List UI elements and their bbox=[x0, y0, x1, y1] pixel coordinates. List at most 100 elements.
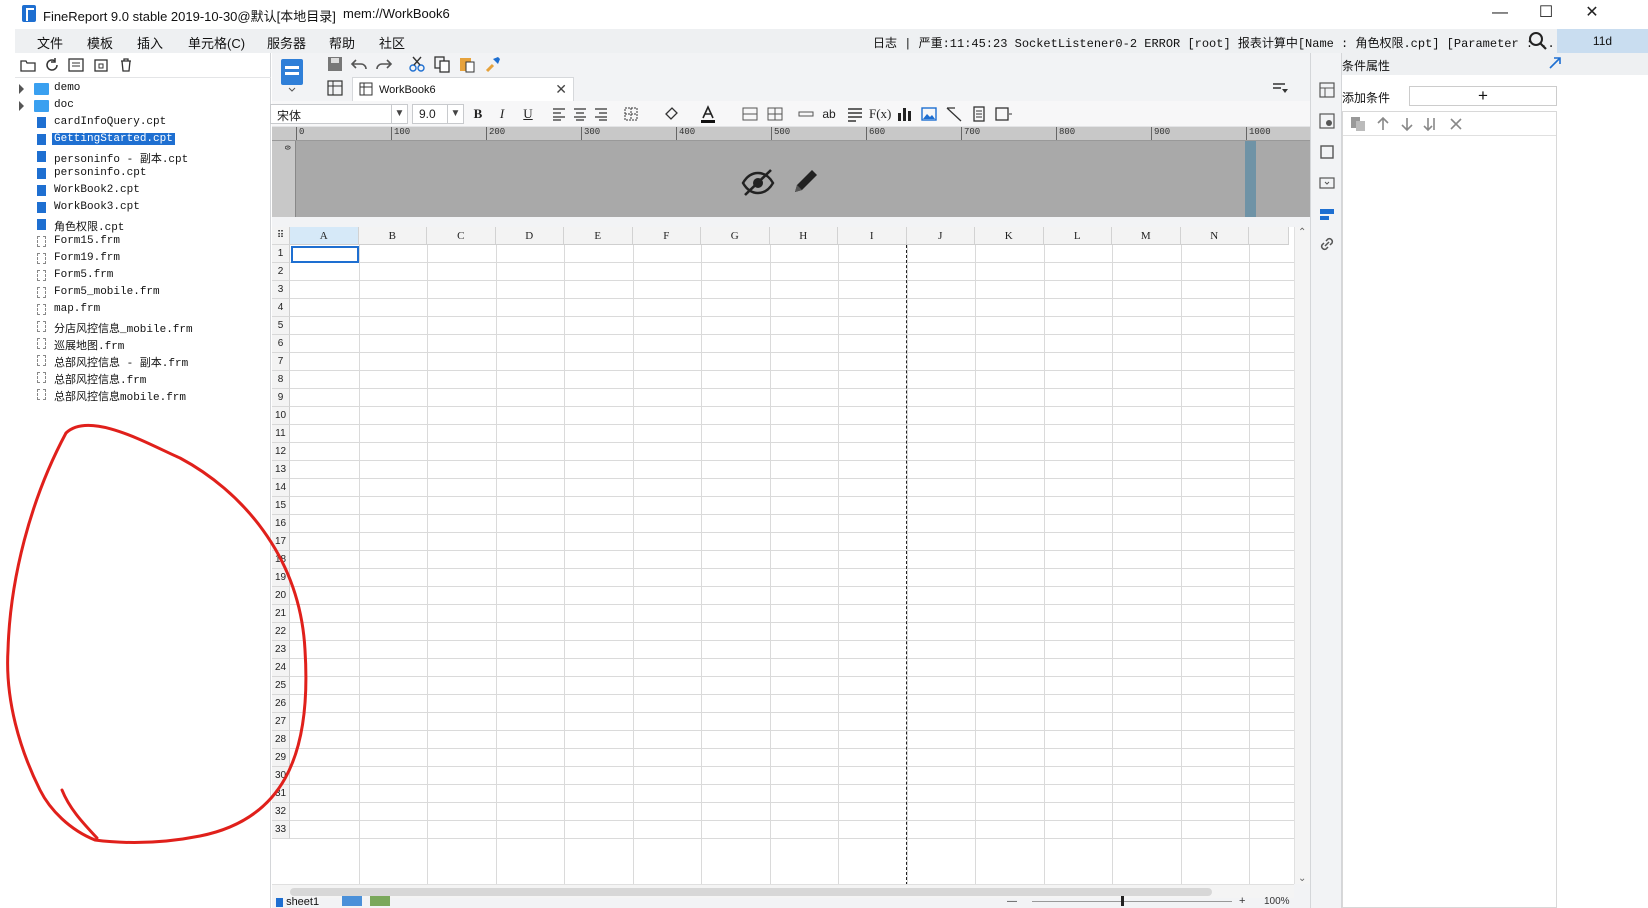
condition-list[interactable] bbox=[1342, 111, 1557, 908]
chevron-right-icon[interactable] bbox=[19, 84, 24, 94]
tree-file[interactable]: GettingStarted.cpt bbox=[15, 132, 255, 149]
row-header[interactable]: 30 bbox=[272, 767, 290, 785]
tree-file[interactable]: 巡展地图.frm bbox=[15, 336, 255, 353]
tree-file[interactable]: cardInfoQuery.cpt bbox=[15, 115, 255, 132]
column-header[interactable]: J bbox=[906, 227, 975, 245]
align-center-icon[interactable] bbox=[570, 105, 590, 123]
menu-insert[interactable]: 插入 bbox=[137, 33, 163, 52]
undo-icon[interactable] bbox=[350, 55, 368, 73]
row-header[interactable]: 24 bbox=[272, 659, 290, 677]
condition-attribute-icon[interactable] bbox=[1318, 205, 1336, 223]
remove-icon[interactable] bbox=[1447, 115, 1465, 133]
tree-file[interactable]: personinfo - 副本.cpt bbox=[15, 149, 255, 166]
row-header[interactable]: 3 bbox=[272, 281, 290, 299]
redo-icon[interactable] bbox=[375, 55, 393, 73]
column-header[interactable]: A bbox=[290, 227, 359, 245]
column-header[interactable]: K bbox=[975, 227, 1044, 245]
row-header[interactable]: 15 bbox=[272, 497, 290, 515]
tree-file[interactable]: Form5_mobile.frm bbox=[15, 285, 255, 302]
cell-attribute-icon[interactable] bbox=[1318, 143, 1336, 161]
column-header[interactable]: D bbox=[495, 227, 564, 245]
add-report-sheet-icon[interactable] bbox=[342, 896, 362, 906]
hyperlink-icon[interactable] bbox=[1318, 235, 1336, 253]
font-size-select[interactable]: 9.0 ▼ bbox=[412, 104, 464, 124]
close-button[interactable]: ✕ bbox=[1569, 0, 1615, 28]
italic-icon[interactable]: I bbox=[492, 105, 512, 123]
row-header[interactable]: 10 bbox=[272, 407, 290, 425]
report-grid-icon[interactable] bbox=[326, 79, 344, 97]
paragraph-icon[interactable] bbox=[845, 105, 865, 123]
menu-help[interactable]: 帮助 bbox=[329, 33, 355, 52]
row-header[interactable]: 28 bbox=[272, 731, 290, 749]
log-message[interactable]: 日志 | 严重:11:45:23 SocketListener0-2 ERROR… bbox=[873, 34, 1562, 51]
row-header[interactable]: 12 bbox=[272, 443, 290, 461]
row-header[interactable]: 5 bbox=[272, 317, 290, 335]
open-folder-icon[interactable] bbox=[19, 56, 37, 74]
column-header[interactable]: N bbox=[1180, 227, 1249, 245]
move-up-icon[interactable] bbox=[1374, 115, 1392, 133]
column-header[interactable]: C bbox=[427, 227, 496, 245]
column-header[interactable]: E bbox=[564, 227, 633, 245]
formula-icon[interactable]: F(x) bbox=[869, 105, 891, 123]
tree-file[interactable]: 总部风控信息mobile.frm bbox=[15, 387, 255, 404]
search-icon[interactable] bbox=[1527, 30, 1549, 52]
collapse-arrow-icon[interactable] bbox=[1548, 56, 1562, 70]
row-header[interactable]: 2 bbox=[272, 263, 290, 281]
row-header[interactable]: 19 bbox=[272, 569, 290, 587]
format-painter-icon[interactable] bbox=[484, 55, 502, 73]
tree-file[interactable]: map.frm bbox=[15, 302, 255, 319]
align-right-icon[interactable] bbox=[591, 105, 611, 123]
paste-icon[interactable] bbox=[458, 55, 476, 73]
chart-icon[interactable] bbox=[894, 105, 914, 123]
select-all-corner[interactable]: ⠿ bbox=[272, 227, 290, 245]
cut-icon[interactable] bbox=[408, 55, 426, 73]
maximize-button[interactable]: ☐ bbox=[1523, 0, 1569, 28]
menu-cell[interactable]: 单元格(C) bbox=[188, 33, 245, 52]
row-header[interactable]: 13 bbox=[272, 461, 290, 479]
user-badge[interactable]: 11d bbox=[1557, 29, 1648, 53]
row-header[interactable]: 27 bbox=[272, 713, 290, 731]
chevron-right-icon[interactable] bbox=[19, 101, 24, 111]
column-header[interactable]: F bbox=[632, 227, 701, 245]
tab-workbook6[interactable]: WorkBook6 ✕ bbox=[352, 77, 574, 101]
move-bottom-icon[interactable] bbox=[1422, 115, 1440, 133]
column-header[interactable]: H bbox=[769, 227, 838, 245]
tree-folder[interactable]: demo bbox=[15, 81, 255, 98]
panel-toggle-icon[interactable] bbox=[1270, 79, 1288, 97]
hide-eye-icon[interactable] bbox=[740, 167, 776, 197]
column-header[interactable]: G bbox=[701, 227, 770, 245]
tree-file[interactable]: personinfo.cpt bbox=[15, 166, 255, 183]
vertical-scrollbar[interactable]: ⌃ ⌄ bbox=[1294, 227, 1310, 884]
edit-pencil-icon[interactable] bbox=[790, 163, 820, 197]
spreadsheet-grid[interactable]: ⠿ A B C D E F G H I J K L M N 1 2 3 4 5 6 7 8 9 10 11 12 13 14 15 16 1… bbox=[272, 227, 1294, 884]
copy-icon[interactable] bbox=[433, 55, 451, 73]
tree-file[interactable]: 总部风控信息.frm bbox=[15, 370, 255, 387]
align-left-icon[interactable] bbox=[549, 105, 569, 123]
column-header[interactable]: I bbox=[838, 227, 907, 245]
row-header[interactable]: 9 bbox=[272, 389, 290, 407]
font-name-select[interactable]: 宋体 ▼ bbox=[270, 104, 408, 124]
row-header[interactable]: 17 bbox=[272, 533, 290, 551]
image-icon[interactable] bbox=[919, 105, 939, 123]
row-header[interactable]: 29 bbox=[272, 749, 290, 767]
row-header[interactable]: 26 bbox=[272, 695, 290, 713]
row-header[interactable]: 11 bbox=[272, 425, 290, 443]
save-icon[interactable] bbox=[326, 55, 344, 73]
row-header[interactable]: 33 bbox=[272, 821, 290, 839]
menu-file[interactable]: 文件 bbox=[37, 33, 63, 52]
row-header[interactable]: 8 bbox=[272, 371, 290, 389]
tree-file[interactable]: WorkBook2.cpt bbox=[15, 183, 255, 200]
zoom-slider-thumb[interactable] bbox=[1121, 896, 1124, 906]
font-color-icon[interactable] bbox=[698, 105, 718, 123]
tree-file[interactable]: 总部风控信息 - 副本.frm bbox=[15, 353, 255, 370]
add-dashboard-sheet-icon[interactable] bbox=[370, 896, 390, 906]
row-header[interactable]: 23 bbox=[272, 641, 290, 659]
copy-icon[interactable] bbox=[1349, 115, 1367, 133]
menu-server[interactable]: 服务器 bbox=[267, 33, 306, 52]
zoom-in-icon[interactable]: + bbox=[1239, 895, 1245, 907]
scroll-down-icon[interactable]: ⌄ bbox=[1298, 873, 1306, 884]
param-pane-resize-handle[interactable] bbox=[1245, 141, 1256, 217]
border-icon[interactable] bbox=[622, 105, 642, 123]
plugin-icon[interactable] bbox=[92, 56, 110, 74]
scroll-up-icon[interactable]: ⌃ bbox=[1298, 227, 1306, 238]
